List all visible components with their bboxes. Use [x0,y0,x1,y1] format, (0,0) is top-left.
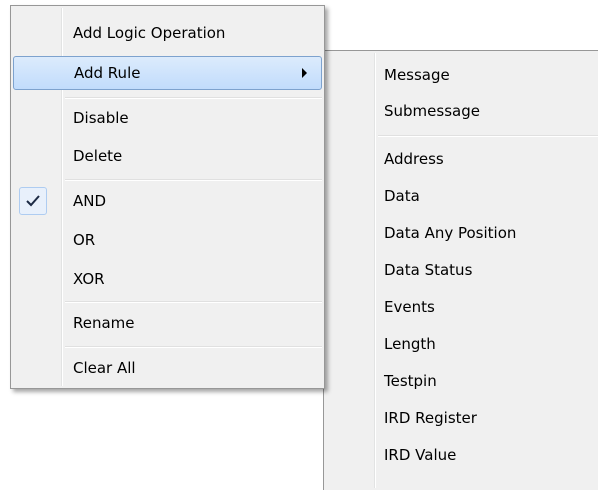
submenu-item-label: Submessage [384,102,480,120]
submenu-item-events[interactable]: Events [326,290,598,324]
checkmark-icon [19,187,47,215]
submenu-item-label: Length [384,335,436,353]
submenu-item-label: Address [384,150,444,168]
submenu-item-message[interactable]: Message [326,58,598,92]
menu-item-and[interactable]: AND [13,184,322,218]
submenu-item-ird-value[interactable]: IRD Value [326,438,598,472]
submenu-item-testpin[interactable]: Testpin [326,364,598,398]
menu-item-label: Clear All [73,359,136,377]
menu-separator [65,301,322,303]
submenu-item-label: Data Any Position [384,224,517,242]
menu-item-clear-all[interactable]: Clear All [13,351,322,385]
menu-item-xor[interactable]: XOR [13,262,322,296]
menu-item-delete[interactable]: Delete [13,139,322,173]
menu-separator [378,135,598,137]
submenu-item-label: Data [384,187,420,205]
menu-separator [65,97,322,99]
menu-item-label: XOR [73,270,105,288]
menu-item-label: Add Logic Operation [73,24,226,42]
menu-item-label: Rename [73,314,135,332]
menu-item-label: AND [73,192,107,210]
menu-item-label: OR [73,231,96,249]
submenu-item-length[interactable]: Length [326,327,598,361]
menu-item-rename[interactable]: Rename [13,306,322,340]
menu-separator [65,346,322,348]
submenu-item-label: IRD Value [384,446,457,464]
menu-item-label: Delete [73,147,123,165]
submenu-item-label: IRD Register [384,409,477,427]
submenu-item-data-status[interactable]: Data Status [326,253,598,287]
submenu-item-ird-register[interactable]: IRD Register [326,401,598,435]
submenu-item-label: Message [384,66,450,84]
submenu-item-data-any-position[interactable]: Data Any Position [326,216,598,250]
submenu-item-label: Testpin [384,372,437,390]
submenu-item-label: Events [384,298,435,316]
add-rule-submenu: Message Submessage Address Data Data Any… [323,50,598,490]
submenu-item-submessage[interactable]: Submessage [326,94,598,128]
submenu-item-data[interactable]: Data [326,179,598,213]
menu-separator [65,179,322,181]
context-menu: Add Logic Operation Add Rule Disable Del… [10,5,325,389]
menu-item-label: Add Rule [74,64,141,82]
submenu-item-address[interactable]: Address [326,142,598,176]
menu-item-add-logic-operation[interactable]: Add Logic Operation [13,16,322,50]
menu-item-add-rule[interactable]: Add Rule [13,56,322,90]
menu-item-or[interactable]: OR [13,223,322,257]
menu-item-disable[interactable]: Disable [13,101,322,135]
chevron-right-icon [302,68,307,78]
menu-item-label: Disable [73,109,129,127]
submenu-item-label: Data Status [384,261,473,279]
